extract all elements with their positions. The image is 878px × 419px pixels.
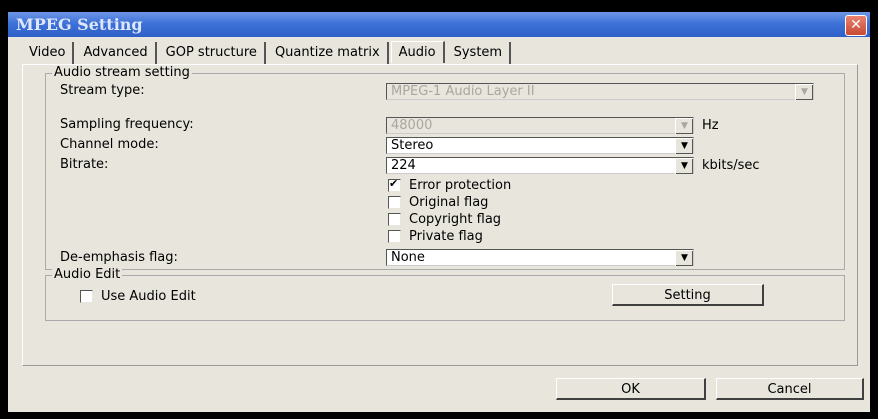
de-emphasis-label: De-emphasis flag: bbox=[60, 250, 178, 265]
error-protection-checkbox[interactable]: Error protection bbox=[388, 177, 512, 193]
chevron-down-icon: ▼ bbox=[675, 250, 693, 266]
bitrate-value: 224 bbox=[391, 158, 416, 173]
channel-mode-select[interactable]: Stereo ▼ bbox=[386, 137, 694, 154]
stream-type-value: MPEG-1 Audio Layer II bbox=[391, 84, 535, 99]
bitrate-label: Bitrate: bbox=[60, 157, 109, 172]
audio-edit-setting-button[interactable]: Setting bbox=[612, 284, 764, 306]
checkbox-box[interactable] bbox=[388, 230, 401, 243]
bitrate-select[interactable]: 224 ▼ bbox=[386, 157, 694, 174]
original-flag-label: Original flag bbox=[409, 195, 489, 210]
checkbox-box[interactable] bbox=[388, 213, 401, 226]
copyright-flag-checkbox[interactable]: Copyright flag bbox=[388, 212, 501, 227]
close-icon: ✕ bbox=[850, 17, 862, 33]
ok-button[interactable]: OK bbox=[556, 378, 706, 400]
tab-quantize-matrix[interactable]: Quantize matrix bbox=[267, 42, 389, 64]
mpeg-setting-dialog: MPEG Setting ✕ Video Advanced GOP struct… bbox=[8, 12, 870, 412]
private-flag-label: Private flag bbox=[409, 229, 483, 244]
sampling-frequency-value: 48000 bbox=[391, 118, 433, 133]
checkbox-box[interactable] bbox=[388, 196, 401, 209]
tab-advanced[interactable]: Advanced bbox=[76, 42, 157, 64]
stream-type-label: Stream type: bbox=[60, 83, 145, 98]
screen-frame: MPEG Setting ✕ Video Advanced GOP struct… bbox=[0, 0, 878, 419]
chevron-down-icon: ▼ bbox=[795, 84, 813, 100]
original-flag-checkbox[interactable]: Original flag bbox=[388, 195, 488, 210]
audio-tab-panel: Audio stream setting Stream type: MPEG-1… bbox=[22, 64, 858, 366]
chevron-down-icon: ▼ bbox=[675, 138, 693, 154]
title-bar[interactable]: MPEG Setting ✕ bbox=[8, 12, 870, 37]
audio-edit-group: Audio Edit Use Audio Edit Setting bbox=[45, 267, 845, 321]
private-flag-checkbox[interactable]: Private flag bbox=[388, 229, 483, 244]
use-audio-edit-checkbox[interactable]: Use Audio Edit bbox=[80, 289, 196, 304]
checkbox-box[interactable] bbox=[388, 177, 401, 192]
tab-audio[interactable]: Audio bbox=[390, 41, 445, 63]
error-protection-label: Error protection bbox=[409, 178, 512, 193]
stream-type-select[interactable]: MPEG-1 Audio Layer II ▼ bbox=[386, 83, 814, 100]
chevron-down-icon: ▼ bbox=[675, 118, 693, 134]
audio-stream-setting-group: Audio stream setting Stream type: MPEG-1… bbox=[45, 65, 845, 270]
copyright-flag-label: Copyright flag bbox=[409, 212, 502, 227]
close-button[interactable]: ✕ bbox=[845, 15, 867, 36]
tab-gop-structure[interactable]: GOP structure bbox=[158, 42, 266, 64]
tab-system[interactable]: System bbox=[446, 42, 512, 64]
cancel-button[interactable]: Cancel bbox=[716, 378, 864, 400]
bitrate-unit: kbits/sec bbox=[702, 158, 760, 173]
de-emphasis-value: None bbox=[391, 250, 425, 265]
checkbox-box[interactable] bbox=[80, 290, 93, 303]
sampling-frequency-select[interactable]: 48000 ▼ bbox=[386, 117, 694, 134]
channel-mode-label: Channel mode: bbox=[60, 137, 159, 152]
sampling-frequency-label: Sampling frequency: bbox=[60, 117, 194, 132]
de-emphasis-select[interactable]: None ▼ bbox=[386, 249, 694, 266]
group-title-audio-stream: Audio stream setting bbox=[52, 65, 192, 80]
tab-strip: Video Advanced GOP structure Quantize ma… bbox=[22, 41, 513, 64]
use-audio-edit-label: Use Audio Edit bbox=[101, 289, 196, 304]
channel-mode-value: Stereo bbox=[391, 138, 434, 153]
sampling-frequency-unit: Hz bbox=[702, 118, 719, 133]
chevron-down-icon: ▼ bbox=[675, 158, 693, 174]
tab-video[interactable]: Video bbox=[22, 42, 75, 64]
group-title-audio-edit: Audio Edit bbox=[52, 267, 123, 282]
window-title: MPEG Setting bbox=[16, 15, 143, 34]
